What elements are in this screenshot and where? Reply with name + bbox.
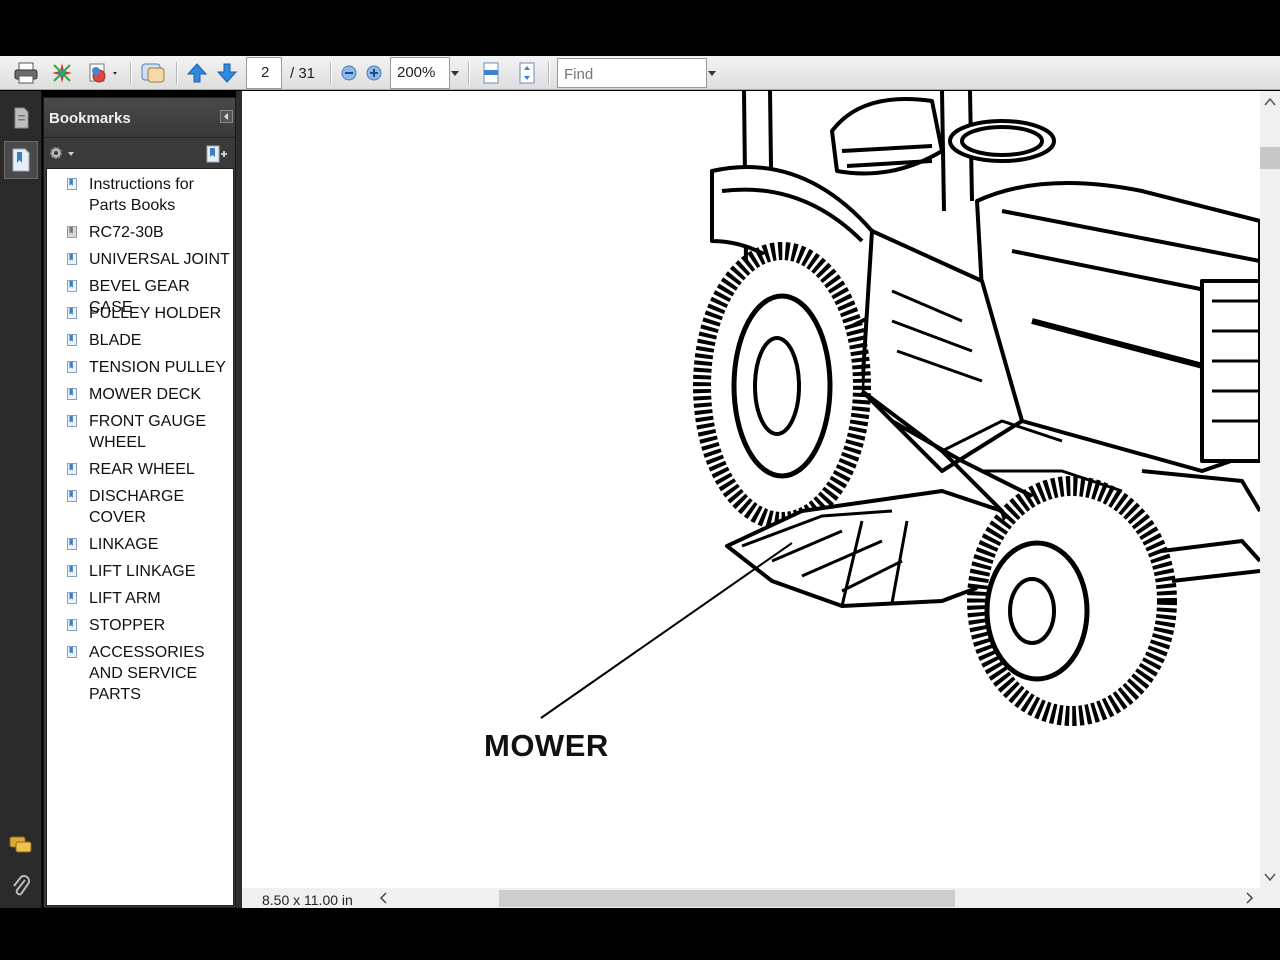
page-number-input[interactable]: 2: [246, 57, 282, 89]
bookmark-icon: [67, 565, 77, 577]
bookmark-label: Instructions for Parts Books: [89, 176, 194, 214]
page-count: / 31: [290, 65, 316, 82]
bookmark-label: MOWER DECK: [89, 386, 201, 403]
bookmark-icon: [67, 463, 77, 475]
bookmark-item[interactable]: LIFT ARM: [67, 588, 233, 609]
bookmark-item[interactable]: MOWER DECK: [67, 384, 233, 405]
pdf-viewer-window: 2 / 31 200% B: [0, 0, 1280, 960]
bookmark-item[interactable]: PULLEY HOLDER: [67, 303, 233, 324]
panel-title: Bookmarks: [49, 110, 131, 127]
scroll-left-arrow-icon[interactable]: [377, 891, 391, 905]
vertical-scrollbar-thumb[interactable]: [1260, 147, 1280, 169]
bookmark-item[interactable]: DISCHARGE COVER: [67, 486, 233, 528]
bookmark-label: PULLEY HOLDER: [89, 305, 222, 322]
toolbar-separator: [330, 62, 331, 84]
fit-width-icon[interactable]: [480, 61, 502, 85]
bookmark-item[interactable]: LINKAGE: [67, 534, 233, 555]
zoom-in-icon[interactable]: [365, 61, 383, 85]
bookmark-label: STOPPER: [89, 617, 166, 634]
bookmark-label: REAR WHEEL: [89, 461, 195, 478]
bookmark-icon: [67, 178, 77, 190]
bookmark-icon: [67, 280, 77, 292]
bookmark-icon: [67, 226, 77, 238]
bookmark-item[interactable]: REAR WHEEL: [67, 459, 233, 480]
print-icon[interactable]: [12, 61, 40, 85]
bookmark-label: TENSION PULLEY: [89, 359, 226, 376]
zoom-dropdown-icon[interactable]: [450, 66, 460, 80]
bookmarks-panel-icon[interactable]: [4, 141, 38, 179]
next-page-icon[interactable]: [215, 61, 239, 85]
bookmark-icon: [67, 646, 77, 658]
bookmark-icon: [67, 619, 77, 631]
bookmark-label: BLADE: [89, 332, 142, 349]
bookmark-label: LIFT ARM: [89, 590, 161, 607]
vertical-scrollbar[interactable]: [1260, 91, 1280, 888]
create-pdf-icon[interactable]: [48, 61, 76, 85]
zoom-out-icon[interactable]: [340, 61, 358, 85]
toolbar-separator: [176, 62, 177, 84]
toolbar-separator: [468, 62, 469, 84]
toolbar-separator: [130, 62, 131, 84]
bookmark-icon: [67, 361, 77, 373]
bookmarks-panel-toolbar: [44, 139, 235, 167]
bookmark-item[interactable]: TENSION PULLEY: [67, 357, 233, 378]
horizontal-scrollbar-thumb[interactable]: [499, 890, 955, 907]
options-gear-icon[interactable]: [48, 145, 76, 161]
bookmark-label: LIFT LINKAGE: [89, 563, 196, 580]
bookmark-icon: [67, 334, 77, 346]
bookmark-item[interactable]: FRONT GAUGE WHEEL: [67, 411, 233, 453]
document-page: [242, 91, 1260, 888]
page-size-indicator: 8.50 x 11.00 in: [262, 892, 353, 908]
zoom-level-input[interactable]: 200%: [390, 57, 450, 89]
bookmark-label: FRONT GAUGE WHEEL: [89, 413, 207, 451]
attachments-icon[interactable]: [4, 867, 38, 905]
bookmarks-list: Instructions for Parts Books RC72-30B UNIV…: [46, 168, 234, 906]
previous-page-icon[interactable]: [185, 61, 209, 85]
bookmark-label: DISCHARGE COVER: [89, 488, 185, 526]
bookmark-label: RC72-30B: [89, 224, 164, 241]
bookmark-label: LINKAGE: [89, 536, 159, 553]
share-dropdown-icon[interactable]: [86, 61, 122, 85]
navigation-pane-strip: [0, 91, 42, 908]
fit-page-icon[interactable]: [516, 61, 538, 85]
page-thumbnails-icon[interactable]: [4, 99, 38, 137]
bookmark-item[interactable]: ACCESSORIES AND SERVICE PARTS: [67, 642, 233, 705]
bookmark-item[interactable]: LIFT LINKAGE: [67, 561, 233, 582]
new-bookmark-icon[interactable]: [206, 145, 228, 163]
bookmark-item[interactable]: STOPPER: [67, 615, 233, 636]
bookmark-icon: [67, 490, 77, 502]
bookmark-icon: [67, 415, 77, 427]
bookmark-icon: [67, 388, 77, 400]
bookmark-item[interactable]: BLADE: [67, 330, 233, 351]
bookmark-item[interactable]: Instructions for Parts Books: [67, 174, 233, 216]
callout-leader-line: [540, 542, 793, 719]
comments-icon[interactable]: [4, 826, 38, 864]
bookmark-icon: [67, 253, 77, 265]
bookmark-label: UNIVERSAL JOINT: [89, 251, 230, 268]
collapse-panel-icon[interactable]: [220, 110, 233, 123]
bookmarks-panel: Bookmarks Instructions for Parts Books RC…: [43, 97, 236, 908]
comment-icon[interactable]: [139, 61, 167, 85]
bookmark-item[interactable]: UNIVERSAL JOINT: [67, 249, 233, 270]
tractor-mower-illustration: [540, 91, 1260, 726]
bookmark-label: ACCESSORIES AND SERVICE PARTS: [89, 644, 205, 703]
find-dropdown-icon[interactable]: [707, 66, 717, 80]
bookmarks-panel-header: Bookmarks: [44, 98, 235, 138]
bookmark-icon: [67, 538, 77, 550]
mower-callout-label: MOWER: [484, 728, 609, 763]
find-input-field[interactable]: [564, 66, 704, 83]
find-input[interactable]: [557, 58, 707, 88]
toolbar-separator: [548, 62, 549, 84]
bookmark-icon: [67, 307, 77, 319]
bookmark-icon: [67, 592, 77, 604]
bookmark-item[interactable]: RC72-30B: [67, 222, 233, 243]
scroll-right-arrow-icon[interactable]: [1242, 891, 1256, 905]
bookmark-item[interactable]: BEVEL GEAR CASE: [67, 276, 233, 316]
